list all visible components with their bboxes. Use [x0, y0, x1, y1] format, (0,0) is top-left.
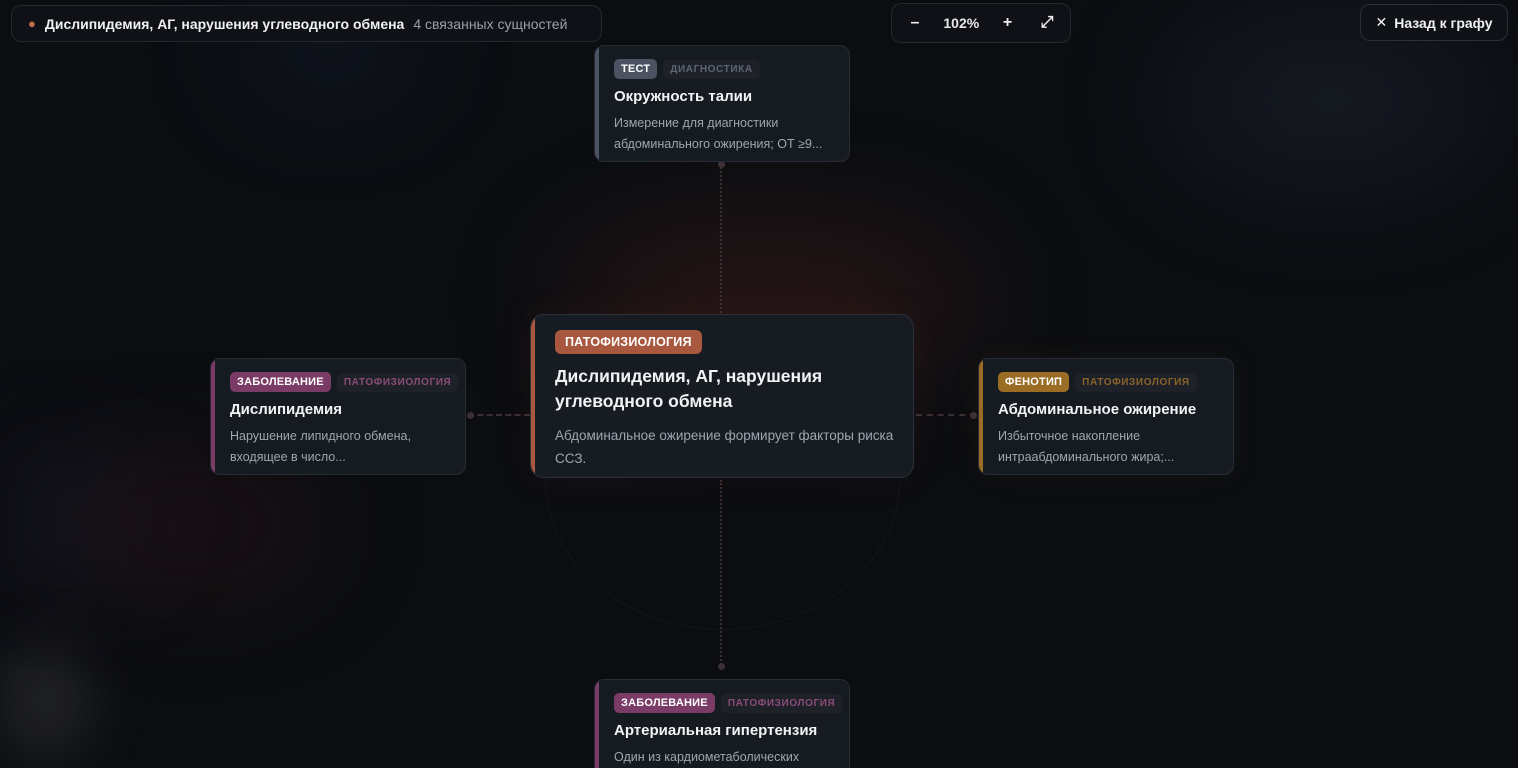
- back-to-graph-button[interactable]: ✕ Назад к графу: [1360, 4, 1508, 41]
- node-title: Артериальная гипертензия: [614, 722, 818, 739]
- node-type-tag: ФЕНОТИП: [998, 372, 1070, 392]
- graph-canvas[interactable]: ● Дислипидемия, АГ, нарушения углеводног…: [0, 0, 1518, 768]
- close-icon: ✕: [1375, 14, 1388, 30]
- node-accent: [595, 46, 599, 161]
- node-accent: [531, 315, 535, 477]
- edge-anchor: [718, 663, 725, 670]
- node-title: Абдоминальное ожирение: [998, 401, 1197, 418]
- node-type-tag: ЗАБОЛЕВАНИЕ: [230, 372, 331, 392]
- node-description: Измерение для диагностики абдоминального…: [614, 115, 823, 151]
- node-category-tag: ПАТОФИЗИОЛОГИЯ: [721, 694, 843, 713]
- edge-anchor: [718, 161, 725, 168]
- node-category-tag: ПАТОФИЗИОЛОГИЯ: [1075, 373, 1197, 392]
- node-description: Избыточное накопление интраабдоминальног…: [998, 428, 1175, 464]
- fit-view-icon[interactable]: ⤢: [1036, 14, 1058, 32]
- zoom-level: 102%: [943, 15, 980, 31]
- edge-left: [468, 414, 530, 416]
- node-category-tag: ДИАГНОСТИКА: [663, 60, 759, 79]
- node-card-focus[interactable]: ПАТОФИЗИОЛОГИЯ Дислипидемия, АГ, нарушен…: [530, 314, 914, 478]
- glow-decoration: [0, 640, 90, 760]
- edge-bottom: [720, 480, 722, 665]
- focus-dot-icon: ●: [28, 16, 36, 31]
- edge-anchor: [970, 412, 977, 419]
- edge-top: [720, 163, 722, 313]
- node-title: Дислипидемия, АГ, нарушения углеводного …: [555, 366, 823, 412]
- node-type-tag: ПАТОФИЗИОЛОГИЯ: [555, 330, 702, 354]
- glow-decoration: [0, 470, 140, 560]
- node-card-hypertension[interactable]: ЗАБОЛЕВАНИЕ ПАТОФИЗИОЛОГИЯ Артериальная …: [594, 679, 850, 768]
- related-count: 4 связанных сущностей: [413, 15, 568, 32]
- edge-right: [916, 414, 976, 416]
- node-type-tag: ТЕСТ: [614, 59, 658, 79]
- node-title: Дислипидемия: [230, 401, 343, 418]
- node-card-dyslipidemia[interactable]: ЗАБОЛЕВАНИЕ ПАТОФИЗИОЛОГИЯ Дислипидемия …: [210, 358, 466, 475]
- zoom-controls: – 102% + ⤢: [891, 3, 1071, 43]
- node-category-tag: ПАТОФИЗИОЛОГИЯ: [337, 373, 459, 392]
- focus-breadcrumb: ● Дислипидемия, АГ, нарушения углеводног…: [11, 5, 602, 42]
- node-description: Нарушение липидного обмена, входящее в ч…: [230, 428, 411, 464]
- node-accent: [211, 359, 215, 474]
- node-card-abdominal-obesity[interactable]: ФЕНОТИП ПАТОФИЗИОЛОГИЯ Абдоминальное ожи…: [978, 358, 1234, 475]
- node-description: Один из кардиометаболических: [614, 749, 800, 764]
- zoom-in-button[interactable]: +: [997, 14, 1019, 32]
- node-accent: [979, 359, 983, 474]
- edge-anchor: [467, 412, 474, 419]
- zoom-out-button[interactable]: –: [904, 14, 926, 32]
- node-description: Абдоминальное ожирение формирует факторы…: [555, 427, 894, 466]
- node-type-tag: ЗАБОЛЕВАНИЕ: [614, 693, 715, 713]
- node-card-waist[interactable]: ТЕСТ ДИАГНОСТИКА Окружность талии Измере…: [594, 45, 850, 162]
- back-label: Назад к графу: [1394, 14, 1493, 31]
- node-accent: [595, 680, 599, 768]
- glow-decoration: [60, 470, 320, 580]
- focus-title: Дислипидемия, АГ, нарушения углеводного …: [44, 15, 405, 32]
- glow-decoration: [1170, 20, 1490, 180]
- node-title: Окружность талии: [614, 88, 753, 105]
